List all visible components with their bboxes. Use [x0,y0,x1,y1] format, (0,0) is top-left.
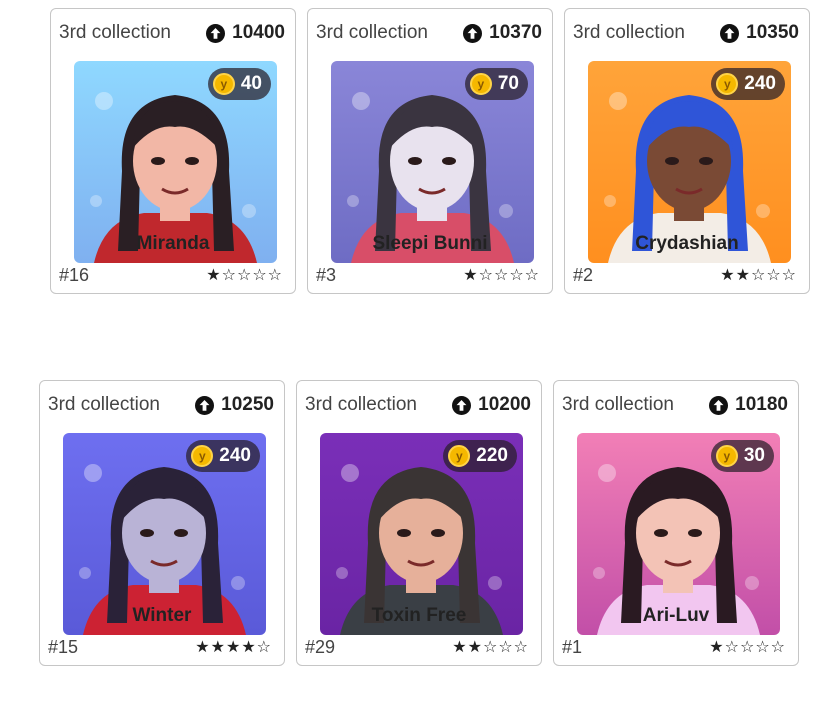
character-name[interactable]: Miranda [51,233,295,255]
collection-label: 3rd collection [305,394,417,415]
score: 10370 [463,22,542,44]
card-footer: #15 ★★★★☆ [48,635,272,659]
upvote-arrow-icon[interactable] [195,395,215,415]
card-header: 3rd collection 10350 [565,21,809,45]
card-footer: #2 ★★☆☆☆ [573,263,797,287]
upvote-arrow-icon[interactable] [452,395,472,415]
character-card[interactable]: 3rd collection 10370 y 70 Sleepi Bunni #… [307,8,553,294]
character-name[interactable]: Crydashian [565,233,809,255]
rank-number: #15 [48,636,79,657]
coin-icon: y [448,445,471,467]
star-rating[interactable]: ★☆☆☆☆ [709,637,786,657]
score: 10200 [452,394,531,416]
collection-label: 3rd collection [562,394,674,415]
star-rating[interactable]: ★☆☆☆☆ [206,265,283,285]
character-name[interactable]: Sleepi Bunni [308,233,552,255]
card-header: 3rd collection 10180 [554,393,798,417]
score-value: 10250 [221,394,274,415]
star-rating[interactable]: ★★★★☆ [195,637,272,657]
score-value: 10180 [735,394,788,415]
star-rating[interactable]: ★★☆☆☆ [720,265,797,285]
character-card[interactable]: 3rd collection 10250 y 240 Winter #15 ★★… [39,380,285,666]
price-value: 30 [743,445,765,466]
star-rating[interactable]: ★☆☆☆☆ [463,265,540,285]
rank-number: #29 [305,636,336,657]
score: 10180 [709,394,788,416]
collection-label: 3rd collection [59,22,171,43]
upvote-arrow-icon[interactable] [720,23,740,43]
card-footer: #3 ★☆☆☆☆ [316,263,540,287]
price-badge: y 40 [207,68,271,100]
character-card[interactable]: 3rd collection 10200 y 220 Toxin Free #2… [296,380,542,666]
coin-icon: y [716,73,739,95]
card-header: 3rd collection 10200 [297,393,541,417]
score-value: 10200 [478,394,531,415]
upvote-arrow-icon[interactable] [709,395,729,415]
price-value: 240 [744,73,776,94]
card-footer: #29 ★★☆☆☆ [305,635,529,659]
score-value: 10370 [489,22,542,43]
card-header: 3rd collection 10400 [51,21,295,45]
character-card[interactable]: 3rd collection 10400 y 40 Miranda #16 ★☆… [50,8,296,294]
rank-number: #1 [562,636,583,657]
character-card[interactable]: 3rd collection 10180 y 30 Ari-Luv #1 ★☆☆… [553,380,799,666]
collection-label: 3rd collection [316,22,428,43]
price-value: 40 [240,73,262,94]
collection-label: 3rd collection [573,22,685,43]
card-header: 3rd collection 10370 [308,21,552,45]
price-badge: y 220 [443,440,517,472]
rank-number: #2 [573,264,594,285]
collection-label: 3rd collection [48,394,160,415]
character-card[interactable]: 3rd collection 10350 y 240 Crydashian #2… [564,8,810,294]
card-footer: #16 ★☆☆☆☆ [59,263,283,287]
upvote-arrow-icon[interactable] [463,23,483,43]
character-name[interactable]: Winter [40,605,284,627]
price-badge: y 240 [186,440,260,472]
score-value: 10400 [232,22,285,43]
character-name[interactable]: Toxin Free [297,605,541,627]
score: 10350 [720,22,799,44]
star-rating[interactable]: ★★☆☆☆ [452,637,529,657]
price-badge: y 30 [710,440,774,472]
score: 10400 [206,22,285,44]
price-badge: y 240 [711,68,785,100]
score: 10250 [195,394,274,416]
coin-icon: y [715,445,738,467]
price-value: 220 [476,445,508,466]
rank-number: #16 [59,264,90,285]
rank-number: #3 [316,264,337,285]
score-value: 10350 [746,22,799,43]
price-badge: y 70 [464,68,528,100]
card-header: 3rd collection 10250 [40,393,284,417]
coin-icon: y [191,445,214,467]
card-footer: #1 ★☆☆☆☆ [562,635,786,659]
price-value: 70 [497,73,519,94]
price-value: 240 [219,445,251,466]
coin-icon: y [469,73,492,95]
character-name[interactable]: Ari-Luv [554,605,798,627]
coin-icon: y [212,73,235,95]
upvote-arrow-icon[interactable] [206,23,226,43]
